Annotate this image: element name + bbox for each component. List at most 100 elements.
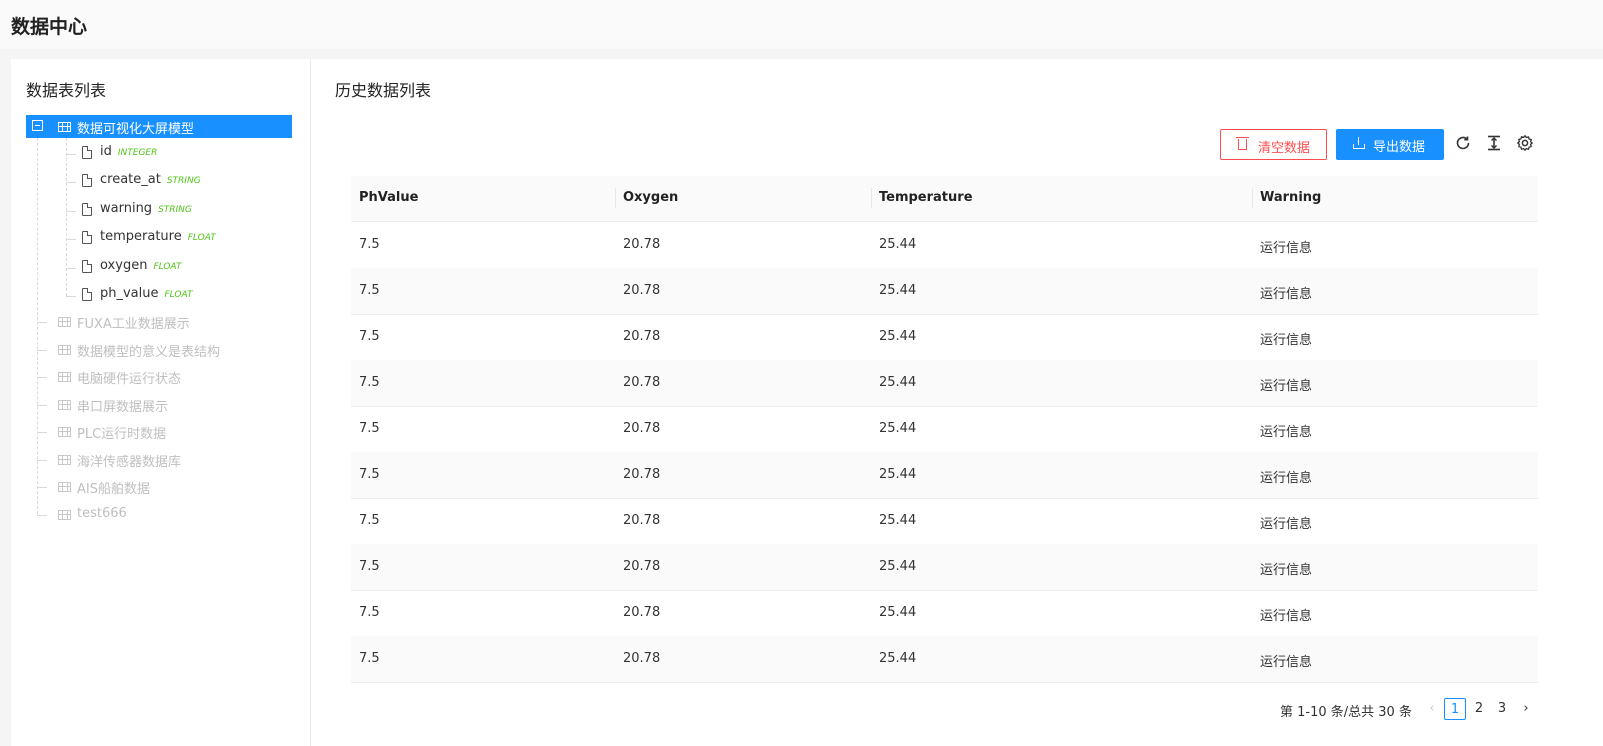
app-title: 数据中心	[11, 16, 88, 38]
table-cell: 20.78	[623, 283, 661, 298]
tree-node[interactable]: FUXA工业数据展示	[26, 312, 292, 334]
table-header: PhValue Oxygen Temperature Warning	[351, 176, 1538, 222]
tree-field[interactable]: id INTEGER	[26, 144, 292, 166]
tree-node[interactable]: PLC运行时数据	[26, 422, 292, 444]
table-row[interactable]: 7.5 20.78 25.44 运行信息	[351, 314, 1538, 361]
table-cell: 运行信息	[1260, 287, 1313, 302]
tree-field[interactable]: create_at STRING	[26, 172, 292, 194]
table-row[interactable]: 7.5 20.78 25.44 运行信息	[351, 360, 1538, 407]
file-icon	[82, 288, 92, 301]
prev-page-icon[interactable]: ‹	[1421, 698, 1443, 720]
export-data-button[interactable]: 导出数据	[1336, 129, 1444, 160]
field-type-tag: FLOAT	[153, 262, 182, 272]
tree-node[interactable]: 海洋传感器数据库	[26, 450, 292, 472]
table-cell: 25.44	[879, 375, 917, 390]
tree-node-label: FUXA工业数据展示	[77, 317, 190, 332]
table-icon	[58, 400, 71, 410]
page-3-button[interactable]: 3	[1491, 698, 1513, 720]
file-icon	[82, 260, 92, 273]
table-cell: 20.78	[623, 605, 661, 620]
tree-node[interactable]: 电脑硬件运行状态	[26, 367, 292, 389]
next-page-icon[interactable]: ›	[1515, 698, 1537, 720]
tree-field[interactable]: warning STRING	[26, 201, 292, 223]
column-header[interactable]: Oxygen	[623, 190, 678, 205]
tree-node-label: 海洋传感器数据库	[77, 455, 182, 470]
tree-field[interactable]: oxygen FLOAT	[26, 258, 292, 280]
table-icon	[58, 345, 71, 355]
pagination-total: 第 1-10 条/总共 30 条	[1280, 705, 1412, 720]
tree-field[interactable]: temperature FLOAT	[26, 229, 292, 251]
table-cell: 20.78	[623, 559, 661, 574]
table-icon	[58, 427, 71, 437]
tree-node-label: PLC运行时数据	[77, 427, 167, 442]
setting-icon[interactable]	[1515, 134, 1535, 154]
table-cell: 7.5	[359, 513, 380, 528]
table-cell: 25.44	[879, 605, 917, 620]
page-1-button[interactable]: 1	[1444, 698, 1466, 720]
tree-node[interactable]: AIS船舶数据	[26, 477, 292, 499]
table-cell: 20.78	[623, 421, 661, 436]
table-icon	[58, 122, 71, 132]
table-list-panel: 数据表列表 数据可视化大屏模型 id INTEGER create_at STRIN…	[11, 59, 311, 746]
field-name: ph_value	[100, 286, 159, 301]
top-bar: 数据中心	[0, 0, 1603, 49]
table-cell: 25.44	[879, 513, 917, 528]
table-cell: 20.78	[623, 651, 661, 666]
tree-node[interactable]: 数据模型的意义是表结构	[26, 340, 292, 362]
field-type-tag: STRING	[166, 176, 201, 186]
file-icon	[82, 174, 92, 187]
panel-title: 历史数据列表	[335, 81, 432, 100]
table-cell: 运行信息	[1260, 425, 1313, 440]
table-cell: 7.5	[359, 605, 380, 620]
tree-node-selected[interactable]: 数据可视化大屏模型	[26, 115, 292, 138]
column-header[interactable]: Temperature	[879, 190, 973, 205]
table-cell: 20.78	[623, 513, 661, 528]
table-cell: 7.5	[359, 651, 380, 666]
table-row[interactable]: 7.5 20.78 25.44 运行信息	[351, 590, 1538, 637]
reload-icon[interactable]	[1453, 134, 1473, 154]
panel-title: 数据表列表	[26, 81, 107, 100]
table-cell: 7.5	[359, 467, 380, 482]
tree-field[interactable]: ph_value FLOAT	[26, 286, 292, 308]
table-cell: 25.44	[879, 329, 917, 344]
field-type-tag: INTEGER	[117, 148, 158, 158]
table-cell: 运行信息	[1260, 379, 1313, 394]
clear-data-button[interactable]: 清空数据	[1220, 129, 1327, 160]
field-type-tag: STRING	[158, 205, 192, 215]
clear-data-label: 清空数据	[1258, 141, 1311, 156]
table-row[interactable]: 7.5 20.78 25.44 运行信息	[351, 452, 1538, 499]
tree-node-label: 串口屏数据展示	[77, 400, 169, 415]
table-row[interactable]: 7.5 20.78 25.44 运行信息	[351, 544, 1538, 591]
table-cell: 25.44	[879, 559, 917, 574]
table-row[interactable]: 7.5 20.78 25.44 运行信息	[351, 222, 1538, 269]
field-name: warning	[100, 201, 153, 216]
delete-icon	[1236, 137, 1249, 150]
tree-node-label: AIS船舶数据	[77, 482, 150, 497]
field-name: id	[100, 144, 112, 159]
table-row[interactable]: 7.5 20.78 25.44 运行信息	[351, 498, 1538, 545]
table-cell: 运行信息	[1260, 471, 1313, 486]
column-header[interactable]: Warning	[1260, 190, 1321, 205]
field-name: oxygen	[100, 258, 148, 273]
export-data-label: 导出数据	[1373, 140, 1426, 155]
table-row[interactable]: 7.5 20.78 25.44 运行信息	[351, 268, 1538, 315]
field-type-tag: FLOAT	[187, 233, 216, 243]
table-cell: 7.5	[359, 559, 380, 574]
column-height-icon[interactable]	[1484, 134, 1504, 154]
table-icon	[58, 317, 71, 327]
table-row[interactable]: 7.5 20.78 25.44 运行信息	[351, 406, 1538, 453]
table-cell: 运行信息	[1260, 333, 1313, 348]
table-cell: 运行信息	[1260, 241, 1313, 256]
table-icon	[58, 455, 71, 465]
table-icon	[58, 372, 71, 382]
column-header[interactable]: PhValue	[359, 190, 418, 205]
table-row[interactable]: 7.5 20.78 25.44 运行信息	[351, 636, 1538, 683]
tree-node[interactable]: 串口屏数据展示	[26, 395, 292, 417]
table-cell: 25.44	[879, 651, 917, 666]
collapse-icon[interactable]	[32, 120, 43, 131]
table-cell: 20.78	[623, 329, 661, 344]
page-2-button[interactable]: 2	[1468, 698, 1490, 720]
tree-node[interactable]: test666	[26, 505, 292, 527]
table-cell: 20.78	[623, 467, 661, 482]
table-cell: 7.5	[359, 329, 380, 344]
